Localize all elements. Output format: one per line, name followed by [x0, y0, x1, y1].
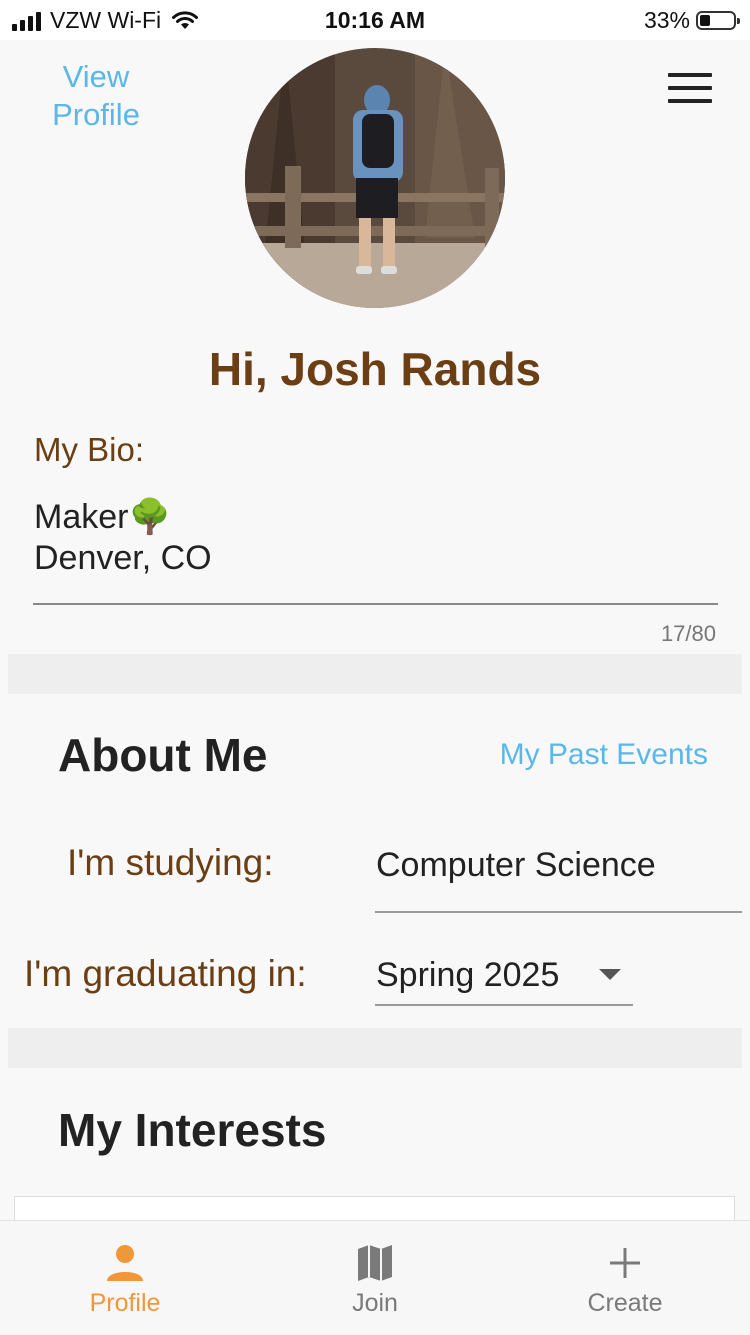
plus-icon — [610, 1248, 640, 1278]
bio-line-1[interactable]: Maker🌳 — [34, 497, 171, 537]
bio-char-counter: 17/80 — [660, 621, 716, 646]
map-icon — [358, 1245, 392, 1281]
section-divider-2 — [8, 1028, 742, 1068]
chevron-down-icon[interactable] — [599, 969, 621, 980]
hamburger-menu-icon[interactable] — [668, 73, 712, 103]
my-past-events-link[interactable]: My Past Events — [500, 738, 708, 772]
graduating-underline — [375, 1004, 633, 1006]
view-profile-link[interactable]: View Profile — [28, 58, 164, 134]
bio-line-2[interactable]: Denver, CO — [34, 539, 212, 578]
bottom-tab-bar: Profile Join Create — [0, 1220, 750, 1334]
graduating-dropdown[interactable]: Spring 2025 — [376, 956, 559, 995]
greeting-title: Hi, Josh Rands — [208, 343, 542, 395]
battery-percent: 33% — [643, 7, 690, 33]
tab-create-label: Create — [587, 1289, 663, 1317]
bio-input-underline — [33, 603, 718, 605]
tab-create[interactable]: Create — [500, 1221, 750, 1335]
profile-photo — [245, 48, 505, 308]
graduating-label: I'm graduating in: — [24, 953, 307, 994]
battery-icon — [696, 11, 740, 30]
about-me-title: About Me — [58, 729, 268, 781]
tab-profile[interactable]: Profile — [0, 1221, 250, 1335]
studying-label: I'm studying: — [67, 842, 274, 883]
bio-label: My Bio: — [34, 431, 145, 468]
status-right: 33% — [643, 7, 740, 34]
person-icon — [107, 1245, 143, 1281]
studying-underline — [375, 911, 742, 913]
tab-profile-label: Profile — [89, 1289, 161, 1317]
clock: 10:16 AM — [324, 7, 426, 33]
avatar[interactable] — [245, 48, 505, 308]
my-interests-title: My Interests — [58, 1104, 327, 1156]
status-bar: VZW Wi-Fi 10:16 AM 33% — [0, 0, 750, 40]
section-divider — [8, 654, 742, 694]
tab-join-label: Join — [352, 1289, 398, 1317]
tab-join[interactable]: Join — [250, 1221, 500, 1335]
studying-field[interactable]: Computer Science — [376, 846, 656, 885]
